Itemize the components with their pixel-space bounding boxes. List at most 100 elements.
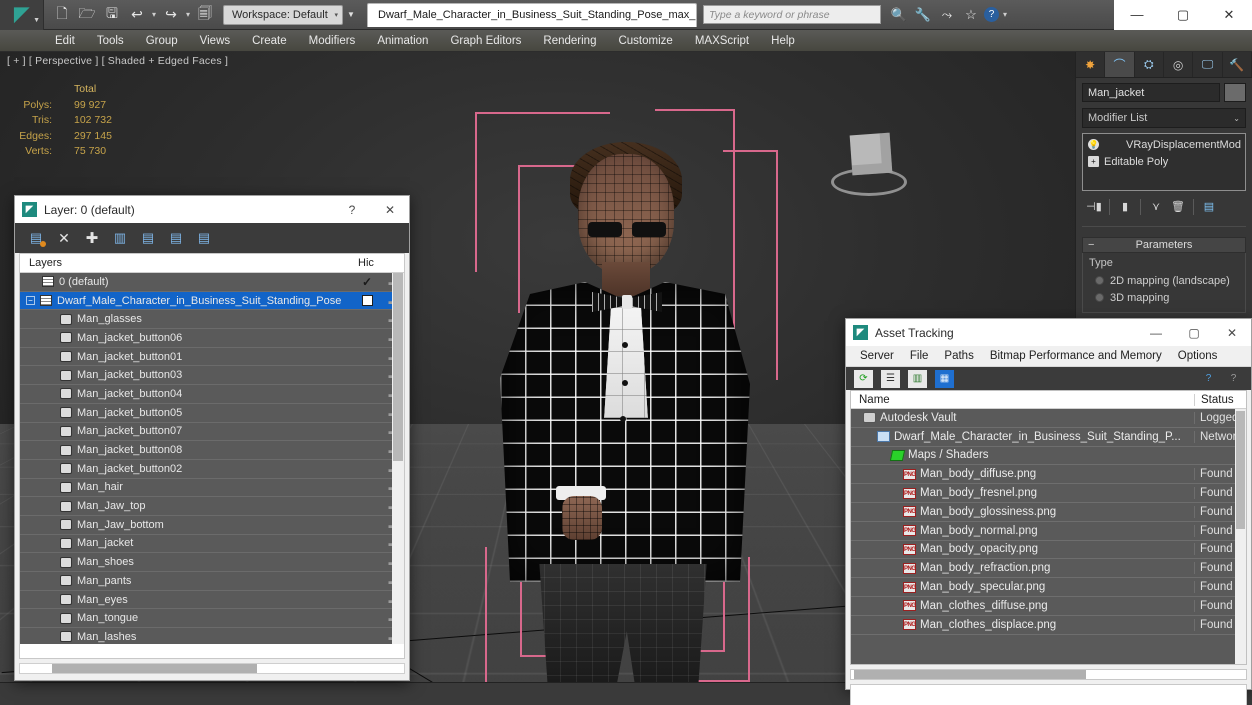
asset-list-hscrollbar[interactable] — [850, 669, 1247, 680]
asset-row[interactable]: PNG Man_body_fresnel.png Found — [851, 484, 1246, 503]
menu-paths[interactable]: Paths — [936, 346, 981, 367]
column-name[interactable]: Name — [851, 394, 1194, 406]
menu-create[interactable]: Create — [241, 30, 298, 52]
menu-tools[interactable]: Tools — [86, 30, 135, 52]
undo-dropdown[interactable]: ▾ — [150, 10, 158, 19]
configure-modifier-sets-button[interactable]: ▤ — [1199, 197, 1219, 216]
layer-row[interactable]: Man_jacket_button08▬ — [20, 441, 404, 460]
asset-list-body[interactable]: Autodesk Vault Logged Dwarf_Male_Character… — [851, 409, 1246, 664]
list-view-button[interactable]: ☰ — [881, 369, 900, 388]
layer-row[interactable]: Man_jacket_button01▬ — [20, 348, 404, 367]
layer-row[interactable]: Man_jacket▬ — [20, 535, 404, 554]
select-objects-in-layer-button[interactable]: ▥ — [109, 227, 131, 249]
column-status[interactable]: Status — [1194, 393, 1246, 406]
object-color-swatch[interactable] — [1224, 83, 1246, 102]
layer-hide-cell[interactable]: ✓ — [352, 275, 382, 289]
menu-options[interactable]: Options — [1170, 346, 1226, 367]
help-icon[interactable]: ? — [1199, 370, 1218, 388]
asset-row[interactable]: PNG Man_clothes_displace.png Found — [851, 616, 1246, 635]
grid-view-button[interactable]: ▦ — [935, 369, 954, 388]
expand-collapse-icon[interactable]: − — [26, 296, 35, 306]
layer-row[interactable]: Man_eyes▬ — [20, 591, 404, 610]
context-help-icon[interactable]: ? — [1224, 370, 1243, 388]
layer-row[interactable]: Man_hair▬ — [20, 479, 404, 498]
new-file-button[interactable]: 🗋 — [50, 3, 74, 27]
menu-help[interactable]: Help — [760, 30, 806, 52]
layer-list[interactable]: Layers Hic 0 (default)✓▬−Dwarf_Male_Char… — [19, 253, 405, 659]
maximize-button[interactable]: ▢ — [1175, 319, 1213, 346]
minimize-button[interactable]: — — [1137, 319, 1175, 346]
remove-modifier-button[interactable]: 🗑 — [1168, 197, 1188, 216]
workspace-dropdown-button[interactable]: ▼ — [343, 5, 359, 25]
menu-edit[interactable]: Edit — [44, 30, 86, 52]
scrollbar-thumb[interactable] — [393, 273, 403, 461]
scrollbar-thumb[interactable] — [854, 670, 1086, 679]
asset-tracking-dialog[interactable]: ◤ Asset Tracking — ▢ ✕ Server File Paths… — [845, 318, 1252, 705]
app-menu-button[interactable]: ◤ ▼ — [0, 0, 44, 30]
tab-modify[interactable]: ⌒ — [1105, 52, 1135, 77]
modifier-stack[interactable]: 💡 VRayDisplacementMod + Editable Poly — [1082, 133, 1246, 191]
view-cube-box[interactable] — [849, 132, 893, 176]
wrench-icon[interactable]: 🔧 — [912, 4, 934, 26]
layer-row[interactable]: Man_pants▬ — [20, 572, 404, 591]
show-end-result-button[interactable]: ▮ — [1115, 197, 1135, 216]
add-selection-to-layer-button[interactable]: ▤ — [165, 227, 187, 249]
lightbulb-icon[interactable]: 💡 — [1088, 139, 1099, 150]
make-unique-button[interactable]: ⋎ — [1146, 197, 1166, 216]
asset-list[interactable]: Name Status Autodesk Vault Logged Dwarf_Ma… — [850, 390, 1247, 665]
tab-display[interactable]: 🖵 — [1193, 52, 1223, 77]
asset-row[interactable]: Maps / Shaders — [851, 447, 1246, 466]
minimize-button[interactable]: — — [1114, 0, 1160, 30]
close-button[interactable]: ✕ — [1206, 0, 1252, 30]
viewport-label[interactable]: [ + ] [ Perspective ] [ Shaded + Edged F… — [7, 55, 228, 67]
asset-list-scrollbar[interactable] — [1235, 409, 1246, 664]
redo-button[interactable]: ↪ — [159, 3, 183, 27]
maximize-button[interactable]: ▢ — [1160, 0, 1206, 30]
menu-group[interactable]: Group — [135, 30, 189, 52]
layer-row[interactable]: Man_shoes▬ — [20, 553, 404, 572]
column-hide[interactable]: Hic — [358, 257, 404, 269]
pin-stack-button[interactable]: ⊣▮ — [1084, 197, 1104, 216]
layer-row[interactable]: Man_jacket_button06▬ — [20, 329, 404, 348]
path-view-button[interactable]: ▥ — [908, 369, 927, 388]
radio-icon[interactable] — [1095, 276, 1104, 285]
layer-row[interactable]: − Dwarf_Male_Character_in_Business_Suit_S… — [20, 291, 404, 311]
layer-row[interactable]: Man_jacket_button07▬ — [20, 423, 404, 442]
menu-views[interactable]: Views — [189, 30, 241, 52]
refresh-button[interactable]: ⟳ — [854, 369, 873, 388]
menu-maxscript[interactable]: MAXScript — [684, 30, 760, 52]
layer-dialog[interactable]: ◤ Layer: 0 (default) ? ✕ ▤ ✕ ✚ ▥ ▤ ▤ ▤ L… — [14, 195, 410, 681]
layer-row[interactable]: Man_Jaw_top▬ — [20, 497, 404, 516]
layer-row[interactable]: Man_jacket_button03▬ — [20, 366, 404, 386]
asset-row[interactable]: PNG Man_body_normal.png Found — [851, 522, 1246, 541]
modifier-list-dropdown[interactable]: Modifier List ⌄ — [1082, 108, 1246, 128]
tab-hierarchy[interactable]: ⛭ — [1135, 52, 1164, 77]
help-icon[interactable]: ? — [984, 7, 999, 22]
infocenter-search-icon[interactable]: 🔍 — [888, 4, 910, 26]
menu-animation[interactable]: Animation — [366, 30, 439, 52]
delete-layer-button[interactable]: ✕ — [53, 227, 75, 249]
redo-dropdown[interactable]: ▾ — [184, 10, 192, 19]
parameters-rollout-header[interactable]: − Parameters — [1082, 237, 1246, 253]
project-folder-button[interactable]: 🗐 — [193, 3, 217, 27]
select-highlighted-objects-button[interactable]: ▤ — [137, 227, 159, 249]
layer-row[interactable]: Man_lashes▬ — [20, 628, 404, 644]
layer-dialog-titlebar[interactable]: ◤ Layer: 0 (default) ? ✕ — [15, 196, 409, 223]
column-layers[interactable]: Layers — [20, 257, 358, 269]
tab-utilities[interactable]: 🔨 — [1223, 52, 1252, 77]
modifier-stack-item[interactable]: 💡 VRayDisplacementMod — [1085, 136, 1243, 153]
file-tab[interactable]: Dwarf_Male_Character_in_Business_Suit_St… — [367, 2, 697, 27]
favorites-star-icon[interactable]: ☆ — [960, 4, 982, 26]
radio-2d-mapping[interactable]: 2D mapping (landscape) — [1089, 272, 1239, 289]
asset-tracking-titlebar[interactable]: ◤ Asset Tracking — ▢ ✕ — [846, 319, 1251, 346]
layer-row[interactable]: Man_jacket_button02▬ — [20, 460, 404, 479]
close-button[interactable]: ✕ — [1213, 319, 1251, 346]
layer-hide-cell[interactable] — [352, 295, 382, 307]
layer-list-body[interactable]: 0 (default)✓▬−Dwarf_Male_Character_in_Bu… — [20, 273, 404, 644]
save-file-button[interactable]: 🖫 — [100, 3, 124, 27]
asset-row[interactable]: PNG Man_body_glossiness.png Found — [851, 503, 1246, 522]
asset-row[interactable]: PNG Man_body_specular.png Found — [851, 578, 1246, 597]
menu-bitmap-performance[interactable]: Bitmap Performance and Memory — [982, 346, 1170, 367]
asset-row[interactable]: PNG Man_clothes_diffuse.png Found — [851, 597, 1246, 616]
asset-row[interactable]: PNG Man_body_diffuse.png Found — [851, 465, 1246, 485]
